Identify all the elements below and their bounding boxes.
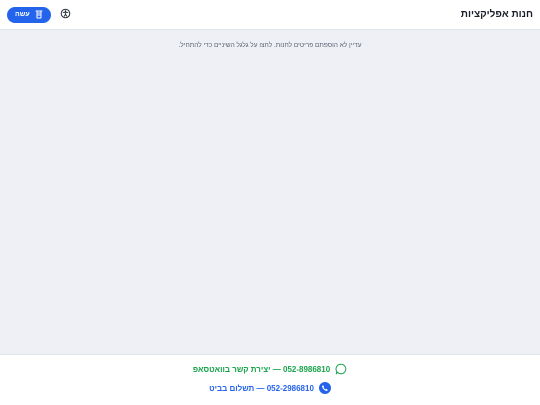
whatsapp-contact-link[interactable]: 052-8986810 — יצירת קשר בוואטסאפ bbox=[0, 363, 540, 375]
accessibility-button[interactable] bbox=[59, 8, 73, 22]
header-actions: עשה bbox=[7, 6, 73, 23]
main-content: עדיין לא הוספתם פריטים לחנות. לחצו על גל… bbox=[0, 31, 540, 354]
page-title: חנות אפליקציות bbox=[460, 9, 533, 20]
payment-phone-link[interactable]: 052-2986810 — תשלום בביט bbox=[0, 382, 540, 394]
whatsapp-contact-text: 052-8986810 — יצירת קשר בוואטסאפ bbox=[192, 364, 331, 374]
cart-icon bbox=[35, 10, 43, 19]
payment-phone-text: 052-2986810 — תשלום בביט bbox=[209, 383, 314, 393]
empty-state-message: עדיין לא הוספתם פריטים לחנות. לחצו על גל… bbox=[178, 42, 362, 49]
phone-icon bbox=[318, 382, 331, 394]
cart-button[interactable]: עשה bbox=[7, 6, 51, 23]
whatsapp-icon bbox=[335, 363, 347, 375]
contact-footer: 052-8986810 — יצירת קשר בוואטסאפ 052-298… bbox=[0, 354, 540, 405]
cart-button-label: עשה bbox=[15, 11, 30, 18]
top-bar: חנות אפליקציות עשה bbox=[0, 0, 540, 30]
accessibility-icon bbox=[60, 6, 71, 24]
